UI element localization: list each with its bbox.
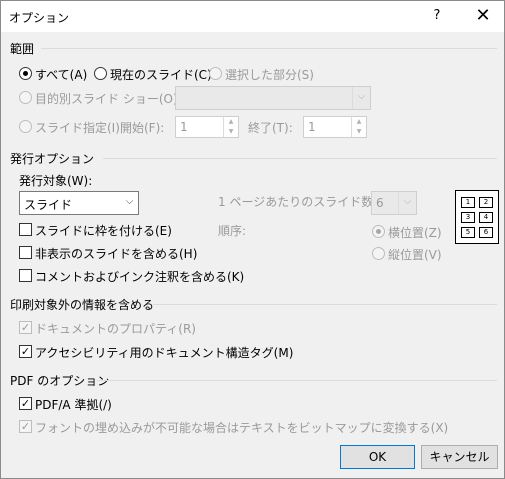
- range-all-radio[interactable]: [19, 67, 32, 80]
- publish-what-value: スライド: [24, 198, 73, 212]
- include-comments-checkbox[interactable]: [19, 269, 32, 282]
- preview-cell: 1: [461, 197, 475, 208]
- spin-up-icon[interactable]: ▲: [352, 117, 366, 127]
- dialog-title: オプション: [9, 11, 70, 25]
- publish-heading: 発行オプション: [10, 152, 95, 166]
- page-layout-preview: 1 2 3 4 5 6: [455, 190, 499, 244]
- preview-cell: 2: [479, 197, 493, 208]
- range-slides-radio[interactable]: [19, 120, 32, 133]
- pdf-separator: [97, 380, 497, 381]
- range-current-slide-radio[interactable]: [94, 67, 107, 80]
- to-label: 終了(T):: [248, 121, 293, 135]
- range-selection-label[interactable]: 選択した部分(S): [225, 66, 314, 83]
- spin-down-icon[interactable]: ▼: [352, 127, 366, 137]
- accessibility-tags-checkbox[interactable]: ✓: [19, 345, 32, 358]
- custom-show-select[interactable]: ⌵: [175, 86, 371, 110]
- from-label: 開始(F):: [120, 121, 165, 135]
- bitmap-text-label[interactable]: フォントの埋め込みが不可能な場合はテキストをビットマップに変換する(X): [35, 419, 448, 436]
- preview-cell: 6: [479, 227, 493, 238]
- pdfa-checkbox[interactable]: ✓: [19, 397, 32, 410]
- preview-cell: 4: [479, 212, 493, 223]
- bitmap-text-checkbox[interactable]: ✓: [19, 420, 32, 433]
- range-slides-label[interactable]: スライド指定(I): [35, 119, 120, 136]
- order-horizontal-label[interactable]: 横位置(Z): [388, 224, 442, 241]
- spin-buttons[interactable]: ▲ ▼: [351, 117, 366, 137]
- accessibility-tags-label[interactable]: アクセシビリティ用のドキュメント構造タグ(M): [35, 344, 293, 361]
- range-separator: [41, 48, 497, 49]
- order-vertical-label[interactable]: 縦位置(V): [388, 246, 442, 263]
- spin-buttons[interactable]: ▲ ▼: [223, 117, 238, 137]
- close-button[interactable]: ✕: [467, 3, 499, 29]
- frame-slides-label[interactable]: スライドに枠を付ける(E): [35, 222, 172, 239]
- from-spinner[interactable]: 1 ▲ ▼: [175, 116, 239, 138]
- order-vertical-radio[interactable]: [372, 247, 385, 260]
- include-comments-label[interactable]: コメントおよびインク注釈を含める(K): [35, 268, 244, 285]
- ok-button[interactable]: OK: [340, 445, 415, 469]
- range-all-label[interactable]: すべて(A): [35, 66, 87, 83]
- doc-properties-checkbox[interactable]: ✓: [19, 321, 32, 334]
- range-custom-show-radio[interactable]: [19, 91, 32, 104]
- nonprint-heading: 印刷対象外の情報を含める: [10, 298, 155, 312]
- range-current-slide-label[interactable]: 現在のスライド(C): [110, 66, 212, 83]
- slides-per-page-value: 6: [376, 196, 384, 210]
- doc-properties-label[interactable]: ドキュメントのプロパティ(R): [35, 320, 196, 337]
- to-spinner[interactable]: 1 ▲ ▼: [303, 116, 367, 138]
- publish-separator: [103, 158, 497, 159]
- preview-cell: 5: [461, 227, 475, 238]
- to-value: 1: [308, 120, 316, 134]
- from-value: 1: [180, 120, 188, 134]
- include-hidden-label[interactable]: 非表示のスライドを含める(H): [35, 245, 197, 262]
- order-label: 順序:: [218, 224, 247, 238]
- range-selection-radio[interactable]: [209, 67, 222, 80]
- publish-what-select[interactable]: スライド ⌵: [19, 191, 139, 215]
- chevron-down-icon: ⌵: [352, 87, 370, 109]
- chevron-down-icon: ⌵: [398, 192, 416, 214]
- slides-per-page-select[interactable]: 6 ⌵: [371, 191, 417, 215]
- order-horizontal-radio[interactable]: [372, 225, 385, 238]
- include-hidden-checkbox[interactable]: [19, 246, 32, 259]
- spin-up-icon[interactable]: ▲: [224, 117, 238, 127]
- pdfa-label[interactable]: PDF/A 準拠(/): [35, 396, 112, 413]
- preview-cell: 3: [461, 212, 475, 223]
- cancel-button[interactable]: キャンセル: [421, 445, 498, 469]
- chevron-down-icon: ⌵: [125, 196, 134, 207]
- range-heading: 範囲: [10, 42, 35, 56]
- nonprint-separator: [153, 304, 497, 305]
- frame-slides-checkbox[interactable]: [19, 223, 32, 236]
- help-button[interactable]: ?: [425, 5, 449, 27]
- options-dialog: オプション ? ✕ 範囲 すべて(A) 現在のスライド(C) 選択した部分(S)…: [0, 0, 505, 479]
- pdf-heading: PDF のオプション: [10, 374, 110, 388]
- spin-down-icon[interactable]: ▼: [224, 127, 238, 137]
- slides-per-page-label: 1 ページあたりのスライド数(L):: [218, 195, 394, 209]
- publish-what-label: 発行対象(W):: [19, 174, 93, 188]
- title-bar: オプション ? ✕: [1, 1, 504, 32]
- range-custom-show-label[interactable]: 目的別スライド ショー(O):: [35, 90, 182, 107]
